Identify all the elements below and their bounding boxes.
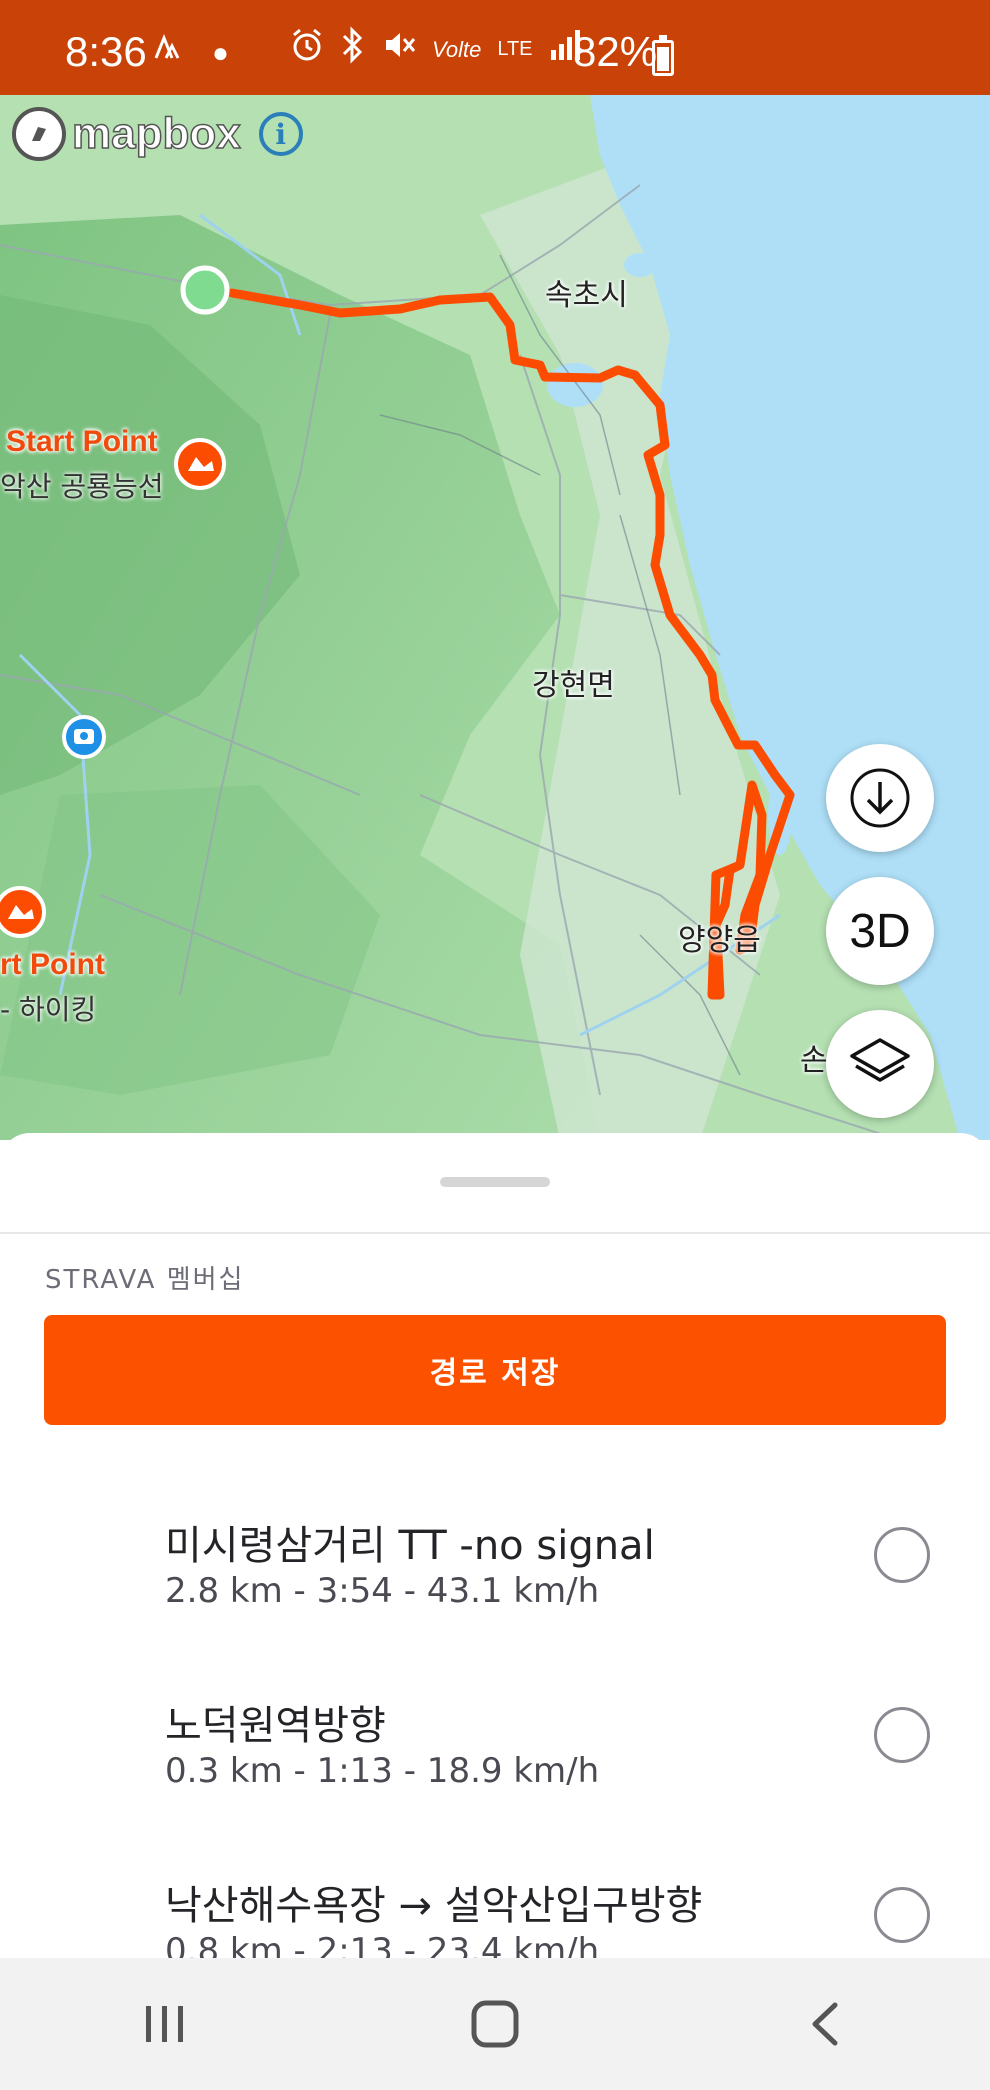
layers-button[interactable] bbox=[826, 1010, 934, 1118]
place-label: 손 bbox=[800, 1043, 828, 1078]
system-nav-bar bbox=[0, 1958, 990, 2090]
start-marker bbox=[180, 265, 230, 315]
battery-percent: 82% bbox=[573, 28, 658, 75]
place-label: 강현면 bbox=[532, 668, 615, 703]
place-label: 속초시 bbox=[545, 278, 628, 313]
volte-icon: Volte bbox=[432, 36, 482, 62]
download-icon bbox=[850, 768, 910, 828]
segment-row[interactable]: 낙산해수욕장 → 설악산입구방향 0.8 km - 2:13 - 23.4 km… bbox=[0, 1873, 990, 1958]
status-left-icons: ● bbox=[150, 30, 229, 76]
divider bbox=[0, 1232, 990, 1234]
map-view[interactable]: mapbox i 속초시 강현면 양양읍 손 Start Point 악산 공룡… bbox=[0, 95, 990, 1140]
poi-title[interactable]: rt Point bbox=[0, 948, 105, 982]
bluetooth-icon bbox=[340, 26, 366, 73]
map-canvas[interactable] bbox=[0, 95, 990, 1140]
segment-stats: 2.8 km - 3:54 - 43.1 km/h bbox=[165, 1571, 600, 1611]
status-time: 8:36 bbox=[65, 28, 147, 75]
bottom-sheet: STRAVA 멤버십 경로 저장 미시령삼거리 TT -no signal 2.… bbox=[0, 1133, 990, 1958]
poi-subtitle: - 하이킹 bbox=[0, 993, 97, 1026]
mapbox-wordmark: mapbox bbox=[71, 108, 241, 159]
segment-row[interactable]: 노덕원역방향 0.3 km - 1:13 - 18.9 km/h bbox=[0, 1693, 990, 1843]
app-root: 8:36 ● Volte LTE 82% mapbox i 속초시 강현면 양양… bbox=[0, 0, 990, 2090]
segment-row[interactable]: 미시령삼거리 TT -no signal 2.8 km - 3:54 - 43.… bbox=[0, 1513, 990, 1663]
segment-radio[interactable] bbox=[874, 1527, 930, 1583]
segment-radio[interactable] bbox=[874, 1887, 930, 1943]
poi-title[interactable]: Start Point bbox=[6, 425, 158, 459]
back-icon[interactable] bbox=[775, 1984, 875, 2064]
sheet-drag-handle[interactable] bbox=[440, 1177, 550, 1187]
status-right-icons: Volte LTE bbox=[290, 26, 583, 73]
battery-icon bbox=[652, 35, 674, 76]
save-route-button[interactable]: 경로 저장 bbox=[44, 1315, 946, 1425]
strava-icon bbox=[150, 30, 186, 76]
threed-label: 3D bbox=[849, 904, 911, 958]
segment-name: 낙산해수욕장 → 설악산입구방향 bbox=[165, 1883, 703, 1929]
mapbox-compass-icon bbox=[12, 107, 66, 161]
lte-icon: LTE bbox=[497, 38, 533, 60]
mute-icon bbox=[382, 28, 416, 71]
mapbox-logo: mapbox i bbox=[12, 107, 303, 161]
home-icon[interactable] bbox=[445, 1984, 545, 2064]
download-map-button[interactable] bbox=[826, 744, 934, 852]
threed-button[interactable]: 3D bbox=[826, 877, 934, 985]
map-info-icon[interactable]: i bbox=[258, 112, 303, 156]
membership-label: STRAVA 멤버십 bbox=[45, 1265, 245, 1295]
segment-name: 노덕원역방향 bbox=[165, 1703, 386, 1749]
alarm-icon bbox=[290, 27, 324, 72]
dot-icon: ● bbox=[212, 37, 229, 68]
poi-subtitle: 악산 공룡능선 bbox=[0, 470, 164, 503]
place-label: 양양읍 bbox=[678, 923, 761, 958]
recent-apps-icon[interactable] bbox=[115, 1984, 215, 2064]
segment-stats: 0.3 km - 1:13 - 18.9 km/h bbox=[165, 1751, 600, 1791]
layers-icon bbox=[850, 1038, 910, 1082]
segment-radio[interactable] bbox=[874, 1707, 930, 1763]
segment-name: 미시령삼거리 TT -no signal bbox=[165, 1523, 655, 1569]
status-bar: 8:36 ● Volte LTE 82% bbox=[0, 0, 990, 95]
segment-stats: 0.8 km - 2:13 - 23.4 km/h bbox=[165, 1931, 600, 1958]
